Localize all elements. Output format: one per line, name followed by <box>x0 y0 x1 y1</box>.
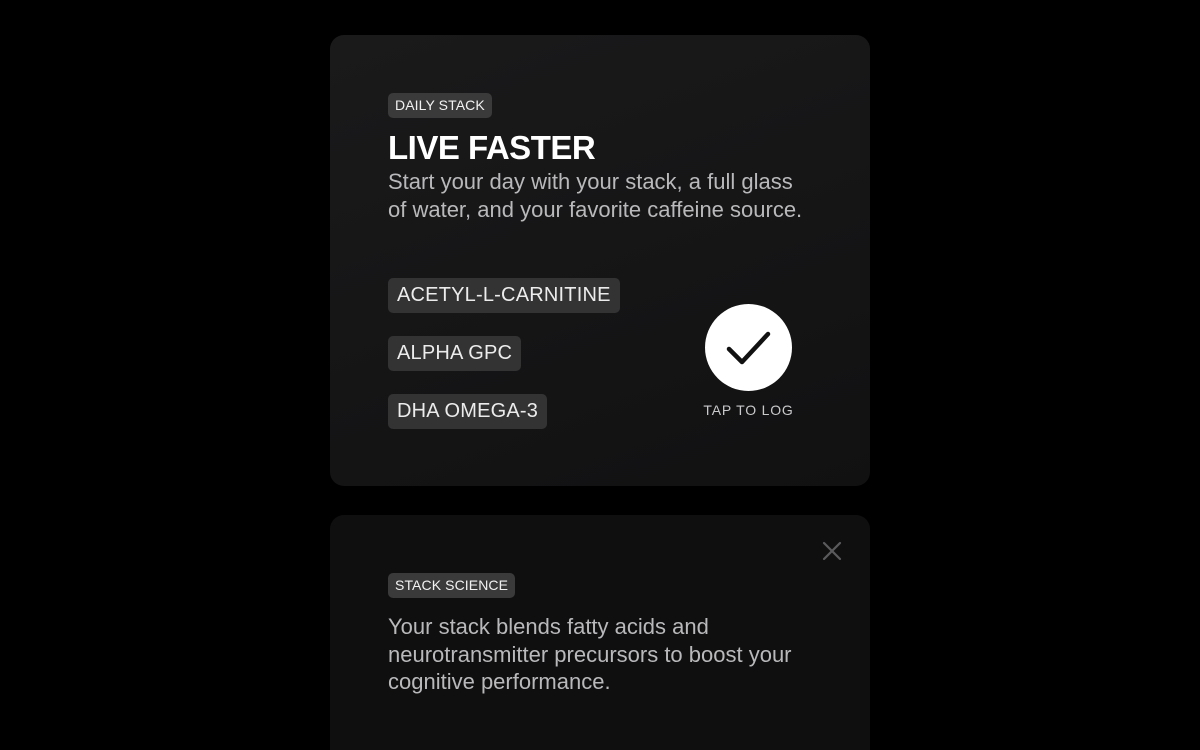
page: DAILY STACK LIVE FASTER Start your day w… <box>0 0 1200 750</box>
daily-stack-card: DAILY STACK LIVE FASTER Start your day w… <box>330 35 870 486</box>
stack-science-tag: STACK SCIENCE <box>388 573 516 598</box>
card-description: Start your day with your stack, a full g… <box>388 169 803 222</box>
ingredient-tag-acetyl-l-carnitine: ACETYL-L-CARNITINE <box>388 278 620 313</box>
ingredient-list: ACETYL-L-CARNITINE ALPHA GPC DHA OMEGA-3 <box>388 278 620 452</box>
daily-stack-tag: DAILY STACK <box>388 93 492 118</box>
ingredient-tag-alpha-gpc: ALPHA GPC <box>388 336 522 371</box>
ingredient-tag-dha-omega-3: DHA OMEGA-3 <box>388 394 548 429</box>
tap-to-log-label: TAP TO LOG <box>703 402 794 418</box>
tap-to-log-button[interactable] <box>705 304 792 391</box>
close-icon <box>822 541 842 561</box>
check-icon <box>726 331 771 365</box>
stack-science-text: Your stack blends fatty acids and neurot… <box>388 614 792 694</box>
stack-science-card: STACK SCIENCE Your stack blends fatty ac… <box>330 515 870 750</box>
card-title: LIVE FASTER <box>388 129 596 166</box>
close-button[interactable] <box>820 539 844 563</box>
